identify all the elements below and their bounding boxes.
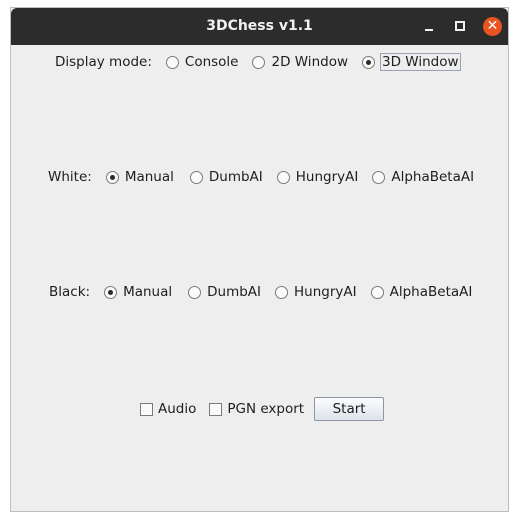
white-radio-dumbai[interactable]: DumbAI: [189, 169, 263, 185]
radio-label: AlphaBetaAI: [391, 169, 475, 185]
radio-3d-window[interactable]: 3D Window: [362, 53, 461, 71]
radio-label: AlphaBetaAI: [389, 284, 473, 300]
radio-circle[interactable]: [189, 170, 203, 184]
pgn-export-checkbox[interactable]: PGN export: [209, 401, 304, 417]
radio-2d-window[interactable]: 2D Window: [252, 54, 348, 70]
black-label: Black:: [49, 284, 91, 300]
radio-label: Manual: [124, 169, 174, 185]
maximize-icon[interactable]: [451, 17, 469, 35]
black-radio-hungryai[interactable]: HungryAI: [275, 284, 357, 300]
radio-circle[interactable]: [276, 170, 290, 184]
radio-circle[interactable]: [252, 55, 266, 69]
radio-circle[interactable]: [370, 285, 384, 299]
close-icon[interactable]: ✕: [483, 17, 502, 36]
white-radio-manual[interactable]: Manual: [105, 169, 174, 185]
radio-circle-selected[interactable]: [362, 55, 375, 69]
display-mode-row: Display mode: Console 2D Window 3D Windo…: [55, 52, 461, 72]
app-window: 3DChess v1.1 ✕ Display mode: Console 2D …: [10, 7, 509, 512]
checkbox-label: Audio: [158, 401, 197, 417]
radio-label: 3D Window: [380, 53, 461, 71]
white-radio-hungryai[interactable]: HungryAI: [276, 169, 359, 185]
start-button[interactable]: Start: [314, 397, 385, 421]
black-radio-manual[interactable]: Manual: [104, 284, 172, 300]
checkbox-box[interactable]: [140, 402, 153, 416]
black-player-row: Black: Manual DumbAI HungryAI AlphaBetaA…: [49, 282, 472, 302]
radio-label: DumbAI: [208, 169, 263, 185]
controls-row: Audio PGN export Start: [140, 397, 385, 421]
black-radio-dumbai[interactable]: DumbAI: [188, 284, 261, 300]
white-player-row: White: Manual DumbAI HungryAI AlphaBetaA…: [48, 167, 474, 187]
radio-label: HungryAI: [294, 284, 357, 300]
radio-circle[interactable]: [275, 285, 289, 299]
radio-label: HungryAI: [295, 169, 359, 185]
checkbox-label: PGN export: [227, 401, 305, 417]
radio-circle[interactable]: [372, 170, 386, 184]
white-label: White:: [48, 169, 92, 185]
radio-label: Console: [184, 54, 239, 70]
radio-label: Manual: [123, 284, 173, 300]
minimize-icon[interactable]: [420, 17, 438, 35]
radio-circle-selected[interactable]: [104, 285, 118, 299]
radio-label: 2D Window: [271, 54, 348, 70]
radio-circle[interactable]: [188, 285, 202, 299]
radio-label: DumbAI: [207, 284, 262, 300]
white-radio-alphabetaai[interactable]: AlphaBetaAI: [372, 169, 474, 185]
radio-circle[interactable]: [165, 55, 179, 69]
audio-checkbox[interactable]: Audio: [140, 401, 196, 417]
radio-console[interactable]: Console: [165, 54, 239, 70]
black-radio-alphabetaai[interactable]: AlphaBetaAI: [370, 284, 473, 300]
title-bar[interactable]: 3DChess v1.1 ✕: [11, 8, 508, 45]
radio-circle-selected[interactable]: [105, 170, 119, 184]
display-mode-label: Display mode:: [55, 54, 152, 70]
checkbox-box[interactable]: [209, 402, 223, 416]
